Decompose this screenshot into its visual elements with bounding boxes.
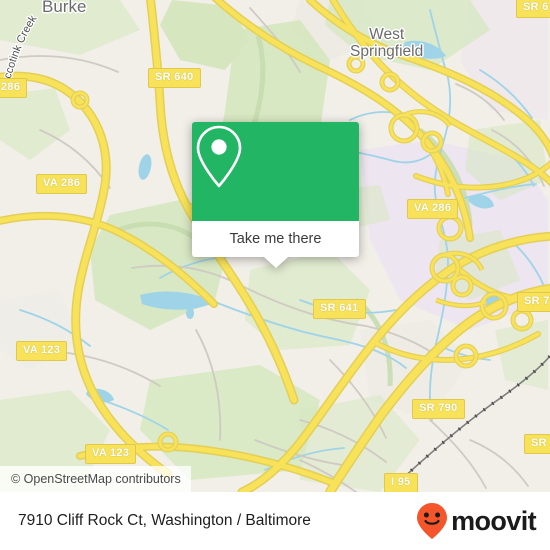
location-pin-icon: [196, 125, 242, 188]
shield-sr-right: SR: [524, 434, 550, 454]
shield-i-95: I 95: [384, 473, 418, 492]
moovit-smiley-pin-icon: [417, 503, 448, 539]
map-attribution: © OpenStreetMap contributors: [0, 466, 191, 492]
take-me-there-button[interactable]: Take me there: [192, 221, 359, 257]
shield-sr-790-right: SR 79: [517, 292, 550, 312]
shield-va-286-right: VA 286: [407, 199, 459, 219]
shield-va-123-bottom: VA 123: [85, 444, 137, 464]
moovit-logo[interactable]: moovit: [415, 501, 537, 541]
shield-286-left: 286: [0, 78, 28, 98]
shield-va-123-left: VA 123: [16, 341, 68, 361]
shield-va-286-left: VA 286: [36, 174, 88, 194]
destination-popup-card[interactable]: Take me there: [192, 122, 359, 268]
footer-bar: 7910 Cliff Rock Ct, Washington / Baltimo…: [0, 492, 550, 550]
attribution-text: © OpenStreetMap contributors: [11, 472, 181, 486]
shield-sr-790: SR 790: [412, 399, 465, 419]
map-canvas[interactable]: Burke West Springfield Accotink Creek 28…: [0, 0, 550, 492]
popup-card-tail: [263, 257, 288, 268]
address-label: 7910 Cliff Rock Ct, Washington / Baltimo…: [18, 512, 311, 529]
map-screenshot: Burke West Springfield Accotink Creek 28…: [0, 0, 550, 550]
take-me-there-label: Take me there: [229, 231, 322, 247]
shield-sr-644: SR 6: [516, 0, 550, 18]
moovit-wordmark: moovit: [451, 505, 537, 536]
shield-sr-640: SR 640: [148, 68, 201, 88]
popup-card-header: [192, 122, 359, 221]
shield-sr-641: SR 641: [313, 299, 366, 319]
